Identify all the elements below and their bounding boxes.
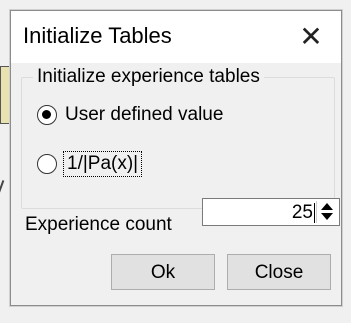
dialog-title: Initialize Tables [23, 23, 172, 48]
titlebar: Initialize Tables ✕ [11, 11, 341, 63]
radio-user-defined-label: User defined value [65, 104, 224, 125]
experience-count-spinbox[interactable]: 25 [202, 198, 340, 226]
experience-count-label: Experience count [25, 214, 172, 235]
spin-down-arrow-icon[interactable] [321, 213, 333, 220]
close-icon[interactable]: ✕ [291, 17, 331, 57]
text-caret [314, 203, 315, 223]
close-button[interactable]: Close [227, 254, 331, 290]
background-line [0, 180, 5, 194]
spin-up-arrow-icon[interactable] [321, 203, 333, 210]
radio-inverse-pa-label: 1/|Pa(x)| [62, 151, 143, 177]
group-label: Initialize experience tables [33, 66, 264, 88]
experience-count-value[interactable]: 25 [292, 202, 313, 224]
background-canvas-edge [0, 66, 10, 124]
spin-arrows[interactable] [316, 201, 337, 223]
experience-count-row: Experience count [25, 214, 172, 236]
radio-user-defined[interactable]: User defined value [37, 104, 223, 126]
radio-inverse-pa[interactable]: 1/|Pa(x)| [37, 151, 143, 177]
radio-button-unchecked[interactable] [37, 154, 57, 174]
radio-button-checked[interactable] [37, 105, 57, 125]
initialize-experience-group [21, 77, 335, 209]
ok-button[interactable]: Ok [111, 254, 215, 290]
